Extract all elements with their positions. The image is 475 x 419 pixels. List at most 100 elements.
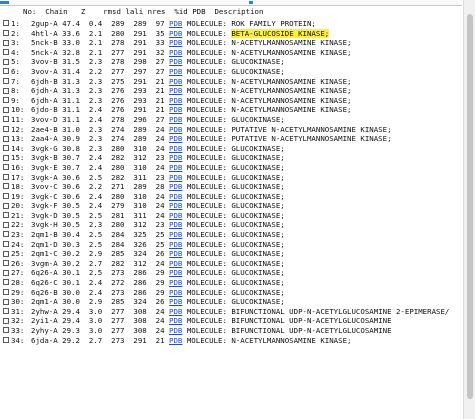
row-checkbox[interactable] <box>3 298 9 305</box>
row-checkbox[interactable] <box>3 164 9 171</box>
row-checkbox[interactable] <box>3 260 9 267</box>
description: MOLECULE: N-ACETYLMANNOSAMINE KINASE; <box>186 86 352 96</box>
pdb-link[interactable]: PDB <box>169 336 182 345</box>
row-checkbox[interactable] <box>3 269 9 276</box>
pdb-link[interactable]: PDB <box>169 134 182 143</box>
description-prefix: MOLECULE: <box>186 28 232 38</box>
pdb-link[interactable]: PDB <box>169 96 182 105</box>
pdb-link[interactable]: PDB <box>169 29 182 38</box>
row-checkbox[interactable] <box>3 336 9 343</box>
pdb-link[interactable]: PDB <box>169 201 182 210</box>
row-number: 14: <box>11 143 25 153</box>
row-number: 5: <box>11 57 20 67</box>
row-checkbox[interactable] <box>3 183 9 190</box>
pdb-link[interactable]: PDB <box>169 57 182 66</box>
pdb-link[interactable]: PDB <box>169 19 182 28</box>
row-checkbox[interactable] <box>3 125 9 132</box>
row-checkbox[interactable] <box>3 250 9 257</box>
lali-value: 280 <box>111 28 125 38</box>
row-checkbox[interactable] <box>3 68 9 75</box>
chain-id: 2qm1-C <box>31 249 58 259</box>
lali-value: 278 <box>111 38 125 48</box>
row-checkbox[interactable] <box>3 145 9 152</box>
row-checkbox[interactable] <box>3 327 9 334</box>
pdb-link[interactable]: PDB <box>169 288 182 297</box>
pdb-link[interactable]: PDB <box>169 77 182 86</box>
pdb-link[interactable]: PDB <box>169 115 182 124</box>
rmsd-value: 2.1 <box>88 38 103 48</box>
row-checkbox[interactable] <box>3 279 9 286</box>
row-checkbox[interactable] <box>3 289 9 296</box>
pdb-link[interactable]: PDB <box>169 86 182 95</box>
pdb-link[interactable]: PDB <box>169 192 182 201</box>
pdb-link[interactable]: PDB <box>169 67 182 76</box>
nres-value: 310 <box>133 162 147 172</box>
row-values: 3vgk-E 30.7 2.4 280 310 24 PDB MOLECULE:… <box>31 163 285 173</box>
row-checkbox[interactable] <box>3 193 9 200</box>
chain-id: 5nck-A <box>31 47 58 57</box>
pdb-link[interactable]: PDB <box>169 297 182 306</box>
nres-value: 291 <box>133 76 147 86</box>
row-checkbox[interactable] <box>3 77 9 84</box>
row-checkbox[interactable] <box>3 173 9 180</box>
table-row: 32: 2yi1-A 29.4 3.0 277 308 24 PDB MOLECU… <box>0 316 462 326</box>
pdb-link[interactable]: PDB <box>169 220 182 229</box>
row-checkbox[interactable] <box>3 135 9 142</box>
row-number: 25: <box>11 249 25 259</box>
row-checkbox[interactable] <box>3 97 9 104</box>
lali-value: 280 <box>111 191 125 201</box>
row-number: 28: <box>11 278 25 288</box>
row-checkbox[interactable] <box>3 241 9 248</box>
nres-value: 310 <box>133 143 147 153</box>
lali-value: 278 <box>111 114 125 124</box>
description: MOLECULE: N-ACETYLMANNOSAMINE KINASE; <box>186 76 352 86</box>
row-values: 6jdh-A 31.3 2.3 276 293 21 PDB MOLECULE:… <box>31 86 351 96</box>
pdb-link[interactable]: PDB <box>169 163 182 172</box>
row-checkbox[interactable] <box>3 87 9 94</box>
row-checkbox[interactable] <box>3 58 9 65</box>
pdb-link[interactable]: PDB <box>169 316 182 325</box>
row-checkbox[interactable] <box>3 212 9 219</box>
scroll-thumb-left[interactable] <box>0 1 9 4</box>
row-checkbox[interactable] <box>3 202 9 209</box>
percent-identity: 24 <box>155 306 165 316</box>
pdb-link[interactable]: PDB <box>169 249 182 258</box>
pdb-link[interactable]: PDB <box>169 230 182 239</box>
horizontal-scrollbar[interactable] <box>0 0 462 6</box>
pdb-link[interactable]: PDB <box>169 182 182 191</box>
row-checkbox[interactable] <box>3 221 9 228</box>
table-row: 22: 3vgk-H 30.5 2.3 280 312 23 PDB MOLECU… <box>0 220 462 230</box>
pdb-link[interactable]: PDB <box>169 240 182 249</box>
pdb-link[interactable]: PDB <box>169 173 182 182</box>
row-checkbox[interactable] <box>3 39 9 46</box>
chain-id: 2ae4-B <box>31 124 58 134</box>
row-checkbox[interactable] <box>3 308 9 315</box>
row-checkbox[interactable] <box>3 49 9 56</box>
pdb-link[interactable]: PDB <box>169 125 182 134</box>
pdb-link[interactable]: PDB <box>169 307 182 316</box>
z-score: 31.4 <box>62 66 80 76</box>
row-checkbox[interactable] <box>3 20 9 27</box>
vertical-scroll-thumb[interactable] <box>467 14 473 399</box>
pdb-link[interactable]: PDB <box>169 48 182 57</box>
table-row: 19: 3vgk-C 30.6 2.4 280 310 24 PDB MOLECU… <box>0 192 462 202</box>
row-checkbox[interactable] <box>3 317 9 324</box>
row-checkbox[interactable] <box>3 231 9 238</box>
row-checkbox[interactable] <box>3 116 9 123</box>
pdb-link[interactable]: PDB <box>169 105 182 114</box>
pdb-link[interactable]: PDB <box>169 268 182 277</box>
pdb-link[interactable]: PDB <box>169 38 182 47</box>
pdb-link[interactable]: PDB <box>169 153 182 162</box>
scroll-thumb-mid[interactable] <box>249 1 253 4</box>
pdb-link[interactable]: PDB <box>169 144 182 153</box>
row-checkbox[interactable] <box>3 106 9 113</box>
pdb-link[interactable]: PDB <box>169 259 182 268</box>
row-checkbox[interactable] <box>3 154 9 161</box>
row-checkbox[interactable] <box>3 29 9 36</box>
pdb-link[interactable]: PDB <box>169 278 182 287</box>
vertical-scrollbar[interactable] <box>463 0 475 419</box>
pdb-link[interactable]: PDB <box>169 326 182 335</box>
pdb-link[interactable]: PDB <box>169 211 182 220</box>
table-row: 26: 3vgm-A 30.2 2.7 282 312 24 PDB MOLECU… <box>0 259 462 269</box>
row-number: 13: <box>11 134 25 144</box>
